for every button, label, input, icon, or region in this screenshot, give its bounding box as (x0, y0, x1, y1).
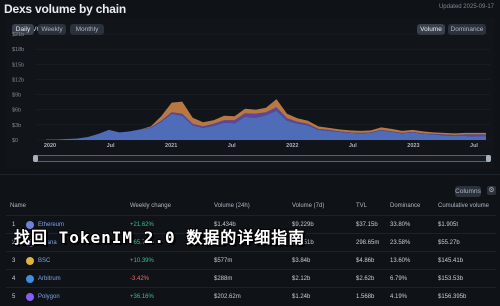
table-row[interactable]: 2 Solana +65.72% $1b $3.351b 298.65m 23.58% $55… (6, 233, 496, 252)
table-row[interactable]: 4 Arbitrum -3.42% $288m $2.12b $2.62b 6.79% $15… (6, 269, 496, 288)
cell-cum: $1.905t (438, 222, 459, 228)
cell-dom: 13.60% (390, 258, 411, 264)
cell-v24: $577m (214, 258, 233, 264)
table-header: Name Weekly change Volume (24h) Volume (… (6, 203, 496, 215)
cell-tvl: $2.62b (356, 276, 375, 282)
table-row[interactable]: 3 BSC +10.39% $577m $3.84b $4.86b 13.60% $145.4… (6, 251, 496, 270)
cell-weekly: +10.39% (130, 258, 154, 264)
columns-button[interactable]: Columns (455, 186, 481, 197)
y-tick-label: $21b (12, 32, 24, 38)
cell-weekly: +36.16% (130, 294, 154, 300)
cell-tvl: $37.15b (356, 222, 378, 228)
header-tvl[interactable]: TVL (356, 203, 367, 209)
header-volume-24h[interactable]: Volume (24h) (214, 203, 250, 209)
y-tick-label: $6b (12, 108, 21, 114)
range-handle-start[interactable] (33, 155, 38, 162)
header-dominance[interactable]: Dominance (390, 203, 420, 209)
row-rank: 1 (12, 222, 16, 228)
table-row[interactable]: 5 Polygon +36.16% $202.62m $1.24b 1.568b 4.19%… (6, 287, 496, 306)
chain-logo-icon (26, 257, 34, 265)
table-row[interactable]: 1 Ethereum +21.62% $1.434b $9.229b $37.15b 33.… (6, 215, 496, 234)
cell-cum: $153.53b (438, 276, 464, 282)
y-tick-label: $12b (12, 77, 24, 83)
x-tick-label: Jul (349, 143, 357, 149)
cell-cum: $156.395b (438, 294, 467, 300)
x-tick-label: 2021 (165, 143, 177, 149)
chain-name-link[interactable]: Polygon (38, 294, 60, 300)
row-rank: 5 (12, 294, 16, 300)
chain-name-link[interactable]: Arbitrum (38, 276, 61, 282)
x-tick-label: Jul (107, 143, 115, 149)
cell-cum: $145.41b (438, 258, 464, 264)
header-name[interactable]: Name (10, 203, 26, 209)
volume-area-chart: $21b $18b $15b $12b $9b $6b $3b $0 2020 Jul 2021 Ju… (12, 32, 490, 149)
section-divider (0, 174, 500, 175)
y-tick-label: $3b (12, 123, 21, 129)
cell-dom: 23.58% (390, 240, 411, 246)
y-tick-label: $15b (12, 62, 24, 68)
chain-logo-icon (26, 221, 34, 229)
cell-dom: 6.79% (390, 276, 408, 282)
date-range-slider[interactable] (33, 155, 491, 162)
cell-v7: $2.12b (292, 276, 311, 282)
chain-logo-icon (26, 239, 34, 247)
cell-v24: $202.62m (214, 294, 241, 300)
chain-name-link[interactable]: BSC (38, 258, 50, 264)
range-handle-end[interactable] (486, 155, 491, 162)
row-rank: 3 (12, 258, 16, 264)
cell-weekly: +65.72% (130, 240, 154, 246)
cell-weekly: +21.62% (130, 222, 154, 228)
header-volume-7d[interactable]: Volume (7d) (292, 203, 324, 209)
chain-name-link[interactable]: Ethereum (38, 222, 64, 228)
header-cumulative-volume[interactable]: Cumulative volume (438, 203, 489, 209)
y-tick-label: $18b (12, 47, 24, 53)
cell-v24: $1.434b (214, 222, 236, 228)
chain-logo-icon (26, 275, 34, 283)
header-weekly-change[interactable]: Weekly change (130, 203, 171, 209)
cell-tvl: 1.568b (356, 294, 375, 300)
cell-weekly: -3.42% (130, 276, 150, 282)
cell-tvl: 298.65m (356, 240, 380, 246)
row-rank: 2 (12, 240, 16, 246)
cell-v7: $9.229b (292, 222, 314, 228)
x-tick-label: 2022 (286, 143, 298, 149)
x-tick-label: Jul (470, 143, 478, 149)
cell-v24: $1b (214, 240, 225, 246)
cell-v7: $1.24b (292, 294, 311, 300)
cell-dom: 4.19% (390, 294, 408, 300)
row-rank: 4 (12, 276, 16, 282)
settings-icon[interactable]: ⚙ (487, 186, 496, 195)
chain-name-link[interactable]: Solana (38, 240, 57, 246)
cell-v7: $3.351b (292, 240, 314, 246)
cell-cum: $55.27b (438, 240, 460, 246)
x-tick-label: Jul (228, 143, 236, 149)
cell-tvl: $4.86b (356, 258, 375, 264)
cell-v7: $3.84b (292, 258, 311, 264)
y-tick-label: $0 (12, 138, 18, 144)
x-tick-label: 2020 (44, 143, 56, 149)
cell-v24: $288m (214, 276, 233, 282)
cell-dom: 33.80% (390, 222, 411, 228)
y-tick-label: $9b (12, 93, 21, 99)
x-tick-label: 2023 (407, 143, 419, 149)
